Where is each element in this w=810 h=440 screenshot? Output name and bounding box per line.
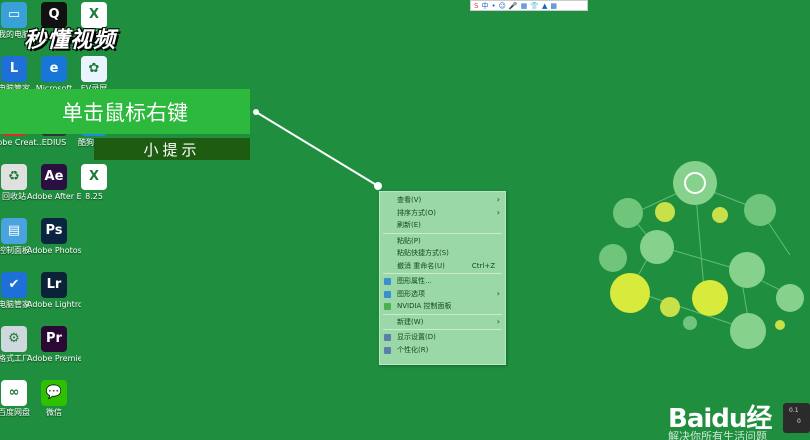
menu-item-label: 个性化(R) — [397, 345, 429, 354]
menu-item[interactable]: 图形选项 › — [380, 288, 505, 301]
baidu-tagline: 解决你所有生活问题 — [668, 430, 767, 440]
mini-player[interactable]: 0.1 0 — [783, 403, 810, 433]
menu-item[interactable]: 图形属性... — [380, 275, 505, 288]
menu-item[interactable]: 刷新(E) — [380, 219, 505, 232]
menu-item-icon — [384, 303, 391, 310]
menu-item-icon — [384, 334, 391, 341]
submenu-arrow-icon: › — [496, 195, 500, 204]
menu-item-label: 新建(W) — [397, 317, 424, 326]
tray-icon[interactable]: S — [474, 2, 478, 10]
menu-separator — [383, 273, 502, 274]
submenu-arrow-icon: › — [496, 207, 500, 217]
menu-separator — [383, 232, 502, 234]
menu-item[interactable]: 撤消 重命名(U) Ctrl+Z — [380, 260, 505, 273]
menu-item[interactable]: 排序方式(O) › — [380, 207, 505, 220]
desktop[interactable]: ▭我的电脑QX工作L电脑管家eMicrosoft✿EV录屏AAdobe Crea… — [0, 0, 810, 440]
mini-player-line1: 0.1 — [789, 407, 799, 414]
menu-item-label: 刷新(E) — [397, 221, 421, 229]
menu-item-label: 图形属性... — [397, 277, 432, 285]
menu-item-icon — [384, 278, 391, 285]
menu-item-label: 粘贴(P) — [397, 236, 421, 245]
tray-icon[interactable]: ▦ — [550, 2, 557, 10]
mini-player-line2: 0 — [797, 418, 801, 425]
menu-item[interactable]: 个性化(R) — [380, 344, 505, 357]
menu-item-label: 粘贴快捷方式(S) — [397, 249, 449, 257]
tray-icon[interactable]: 👕 — [530, 2, 539, 10]
menu-item[interactable]: 粘贴(P) — [380, 235, 505, 248]
tray-icon[interactable]: • — [491, 2, 495, 10]
menu-item[interactable]: 查看(V) › — [380, 194, 505, 207]
menu-item-label: 查看(V) — [397, 196, 422, 204]
menu-separator — [383, 313, 502, 315]
menu-item-icon — [384, 290, 391, 298]
context-menu: 查看(V) › 排序方式(O) › 刷新(E) 粘贴(P) 粘贴快捷方式(S) 撤消 重命名(… — [379, 191, 506, 365]
tray-icon[interactable]: ☺ — [499, 2, 506, 10]
callout-title: 单击鼠标右键 — [0, 89, 250, 134]
menu-item[interactable]: 显示设置(D) — [380, 331, 505, 344]
menu-item-label: 显示设置(D) — [397, 333, 436, 341]
menu-item-icon — [384, 346, 391, 354]
input-method-toolbar[interactable]: S 中 • ☺ 🎤 ▦ 👕 ▲ ▦ — [470, 0, 588, 11]
menu-item-label: 图形选项 — [397, 289, 425, 298]
menu-item[interactable]: 新建(W) › — [380, 316, 505, 329]
menu-item-label: 撤消 重命名(U) — [397, 261, 445, 270]
submenu-arrow-icon: › — [496, 316, 500, 326]
tray-icon[interactable]: ▲ — [542, 2, 547, 10]
menu-separator — [383, 329, 502, 330]
tray-icon[interactable]: ▦ — [521, 2, 528, 10]
tray-icon[interactable]: 中 — [481, 1, 488, 11]
tray-icon[interactable]: 🎤 — [509, 2, 518, 10]
menu-item-shortcut: Ctrl+Z — [471, 261, 495, 270]
menu-item-label: 排序方式(O) — [397, 208, 436, 217]
menu-item[interactable]: NVIDIA 控制面板 — [380, 300, 505, 313]
callout-subtitle: 小提示 — [94, 138, 250, 160]
menu-item[interactable]: 粘贴快捷方式(S) — [380, 247, 505, 260]
menu-item-label: NVIDIA 控制面板 — [397, 302, 452, 310]
submenu-arrow-icon: › — [496, 288, 500, 298]
